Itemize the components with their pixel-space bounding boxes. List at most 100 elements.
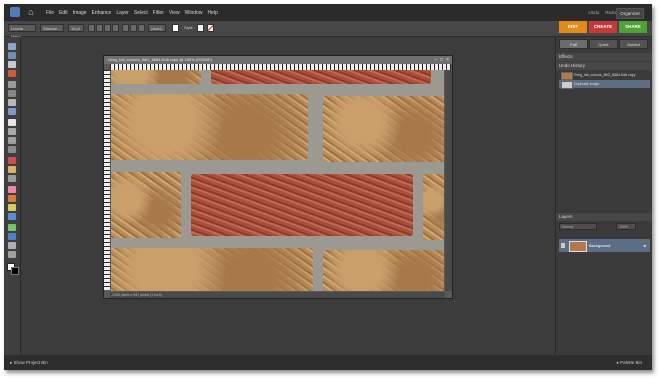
menu-file[interactable]: File [46,10,54,16]
menu-select[interactable]: Select [134,10,148,16]
paint-bucket-tool-icon[interactable] [8,213,16,220]
tab-guided[interactable]: Guided [619,39,648,49]
document-title[interactable]: Greg_Intl_colours_IMG_8684-Edit copy @ 1… [104,56,452,64]
menu-enhance[interactable]: Enhance [92,10,112,16]
tab-share[interactable]: SHARE [619,21,647,33]
vertical-ruler [104,70,110,290]
maximize-icon[interactable]: □ [440,57,443,63]
lasso-tool-icon[interactable] [8,90,16,97]
clone-stamp-tool-icon[interactable] [8,175,16,182]
menu-layer[interactable]: Layer [116,10,129,16]
type-tool-icon[interactable] [8,119,16,126]
lock-icon: ■ [643,243,646,248]
home-icon[interactable]: ⌂ [26,7,36,17]
effects-panel-header[interactable]: Effects [556,53,652,61]
document-status: 1260 pixels x 947 pixels (1 inch) [112,293,162,297]
background-color-swatch[interactable] [11,267,19,275]
bold-button[interactable] [88,24,95,32]
menu-bar: ⌂ File Edit Image Enhance Layer Select F… [4,4,652,21]
history-item-label: Greg_Intl_colours_IMG_8684-Edit copy [574,73,636,77]
vertical-scrollbar[interactable] [445,70,452,291]
layers-panel-header[interactable]: Layers [556,213,652,221]
brick [323,96,444,162]
eyedropper-tool-icon[interactable] [8,70,16,77]
layer-row[interactable]: Background ■ [559,239,650,252]
straighten-tool-icon[interactable] [8,146,16,153]
redo-button[interactable]: Redo [605,10,616,15]
menu-window[interactable]: Window [185,10,203,16]
font-family-select[interactable]: Lucida Hand [8,24,36,39]
leading-select[interactable]: (Auto) [148,24,166,32]
layer-thumbnail [569,241,587,252]
undo-button[interactable]: Undo [588,10,599,15]
brick [111,70,201,84]
style-swatch[interactable] [197,24,204,32]
move-tool-icon[interactable] [8,43,16,50]
align-left-button[interactable] [122,24,129,32]
show-project-bin-button[interactable]: ▸ Show Project Bin [10,359,48,366]
close-icon[interactable]: × [446,57,449,63]
tab-create[interactable]: CREATE [589,21,617,33]
no-style-icon[interactable] [207,24,214,32]
marquee-tool-icon[interactable] [8,81,16,88]
eraser-tool-icon[interactable] [8,186,16,193]
bottom-bar: ▸ Show Project Bin ▸ Palette Bin [4,355,652,370]
palette-bin-button[interactable]: ▸ Palette Bin [617,359,642,366]
style-label: Style [184,25,193,30]
blur-tool-icon[interactable] [8,242,16,249]
menu-edit[interactable]: Edit [59,10,68,16]
underline-button[interactable] [104,24,111,32]
tab-full[interactable]: Full [559,39,588,49]
font-style-select[interactable]: Standar... [40,24,64,32]
align-right-button[interactable] [138,24,145,32]
menu-help[interactable]: Help [207,10,217,16]
eye-icon[interactable] [561,243,565,248]
menu-list: File Edit Image Enhance Layer Select Fil… [46,4,218,21]
recompose-tool-icon[interactable] [8,137,16,144]
minimize-icon[interactable]: – [434,57,437,63]
brick [111,94,308,160]
toolbox [4,37,21,355]
history-item-label: Duplicate Image [574,82,600,86]
smart-brush-tool-icon[interactable] [8,204,16,211]
organizer-button[interactable]: Organizer [616,8,644,19]
sponge-tool-icon[interactable] [8,251,16,258]
quick-selection-tool-icon[interactable] [8,108,16,115]
document-controls: – □ × [434,57,449,63]
font-size-select[interactable]: 18 pt [68,24,84,32]
palette-bin-label: Palette Bin [620,360,642,365]
history-item-selected[interactable]: Duplicate Image [559,80,650,89]
crop-tool-icon[interactable] [8,128,16,135]
magic-wand-tool-icon[interactable] [8,99,16,106]
tab-edit[interactable]: EDIT [559,21,587,33]
palette-panel: Full Quick Guided Effects Undo History G… [555,37,652,355]
menu-filter[interactable]: Filter [153,10,164,16]
healing-brush-tool-icon[interactable] [8,166,16,173]
undo-history-panel-header[interactable]: Undo History [556,62,652,70]
tool-options-bar: Lucida Hand Standar... 18 pt (Auto) Styl… [4,21,652,39]
history-step-icon [561,81,573,89]
document-window: Greg_Intl_colours_IMG_8684-Edit copy @ 1… [103,55,453,299]
italic-button[interactable] [96,24,103,32]
zoom-tool-icon[interactable] [8,52,16,59]
blend-mode-select[interactable]: Normal [559,223,597,230]
menu-view[interactable]: View [169,10,180,16]
gradient-tool-icon[interactable] [8,224,16,231]
brick [111,248,313,291]
strikethrough-button[interactable] [112,24,119,32]
shape-tool-icon[interactable] [8,233,16,240]
menu-image[interactable]: Image [73,10,87,16]
hand-tool-icon[interactable] [8,61,16,68]
opacity-field[interactable]: 100% [616,223,636,230]
tab-quick[interactable]: Quick [589,39,618,49]
brick-wall-photo [111,70,444,291]
history-item[interactable]: Greg_Intl_colours_IMG_8684-Edit copy [559,71,650,80]
red-eye-tool-icon[interactable] [8,157,16,164]
brush-tool-icon[interactable] [8,195,16,202]
align-center-button[interactable] [130,24,137,32]
brick [423,174,444,240]
app-icon[interactable] [10,7,20,17]
color-swatch[interactable] [172,24,179,32]
undo-redo-group: Undo Redo [588,4,616,21]
brick [191,174,413,236]
